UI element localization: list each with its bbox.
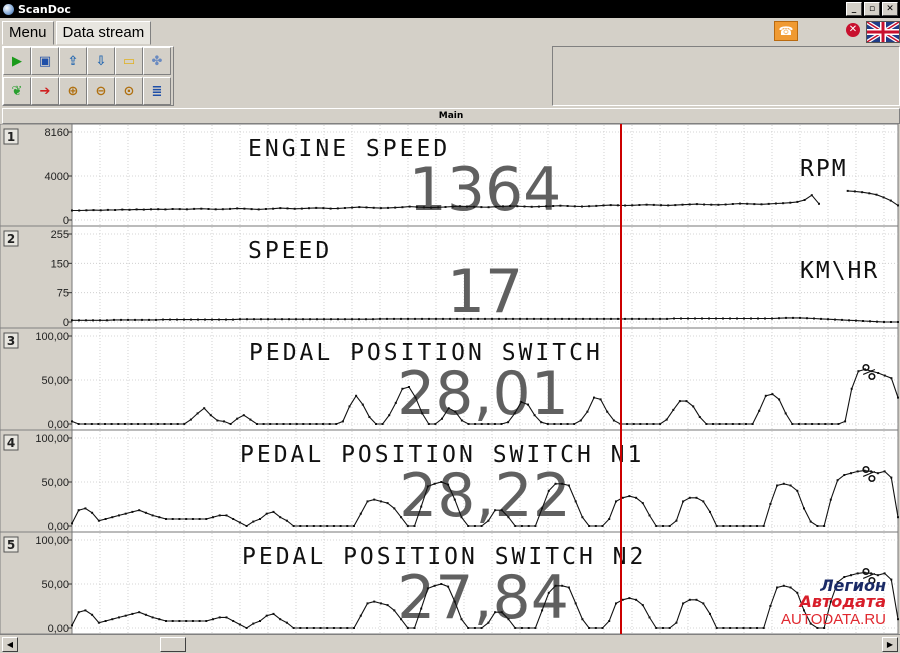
- header-controls: ☎ ✕: [774, 20, 900, 43]
- play-icon[interactable]: ▶: [3, 47, 31, 75]
- uk-flag-icon[interactable]: [866, 21, 900, 43]
- minimize-button[interactable]: _: [846, 2, 862, 16]
- info-panel: [552, 46, 900, 106]
- chart-index: 3: [7, 334, 15, 348]
- fan-icon[interactable]: ✤: [143, 47, 171, 75]
- y-tick-label: 0: [63, 215, 69, 227]
- chart-panel: 5 100,00 50,00 0,00 27,84PEDAL POSITION SWIT…: [0, 531, 899, 634]
- chart-title: SPEED: [248, 238, 332, 264]
- y-tick-label: 100,00: [35, 433, 69, 445]
- close-button[interactable]: ✕: [882, 2, 898, 16]
- chart-index: 2: [7, 232, 15, 246]
- toolbar: ▶ ▣ ⇪ ⇩ ▭ ✤ ❦ ➔ ⊕ ⊖ ⊙ ≣: [2, 46, 174, 106]
- chart-title: PEDAL POSITION SWITCH N1: [240, 442, 644, 468]
- chart-index: 4: [7, 436, 15, 450]
- arrow-right-icon[interactable]: ➔: [31, 77, 59, 105]
- import-icon[interactable]: ⇩: [87, 47, 115, 75]
- maximize-button[interactable]: ▫: [864, 2, 880, 16]
- app-icon: [3, 3, 14, 15]
- open-folder-icon[interactable]: ▭: [115, 47, 143, 75]
- y-tick-label: 150: [51, 258, 69, 270]
- current-value: 27,84: [397, 563, 569, 633]
- leaf-icon[interactable]: ❦: [3, 77, 31, 105]
- y-tick-label: 0: [63, 317, 69, 329]
- zoom-fit-icon[interactable]: ⊙: [115, 77, 143, 105]
- current-value: 17: [447, 257, 523, 327]
- zoom-in-icon[interactable]: ⊕: [59, 77, 87, 105]
- y-tick-label: 0,00: [48, 419, 69, 431]
- chart-index: 5: [7, 538, 15, 552]
- y-tick-label: 50,00: [41, 477, 69, 489]
- tab-data-stream[interactable]: Data stream: [55, 21, 152, 45]
- chart-unit: RPM: [800, 156, 848, 182]
- horizontal-scrollbar[interactable]: ◀ ▶: [0, 634, 900, 653]
- close-red-icon[interactable]: ✕: [846, 23, 860, 37]
- scroll-right-icon[interactable]: ▶: [882, 637, 898, 652]
- chart-panel: 3 100,00 50,00 0,00 28,01PEDAL POSITION SWIT…: [0, 327, 899, 431]
- y-tick-label: 50,00: [41, 375, 69, 387]
- tab-menu[interactable]: Menu: [2, 21, 54, 45]
- phone-icon[interactable]: ☎: [774, 21, 798, 41]
- section-header: Main: [2, 108, 900, 124]
- chart-unit: KM\HR: [800, 258, 879, 284]
- current-value: 1364: [409, 155, 562, 225]
- menu-bar: Menu Data stream: [0, 21, 152, 45]
- y-tick-label: 50,00: [41, 579, 69, 591]
- y-tick-label: 100,00: [35, 535, 69, 547]
- zoom-out-icon[interactable]: ⊖: [87, 77, 115, 105]
- current-value: 28,01: [397, 359, 569, 429]
- chart-unit: %: [862, 564, 878, 590]
- data-stream-charts: 1 816040000 1364ENGINE SPEEDRPM2 255150750 1…: [0, 124, 899, 634]
- save-icon[interactable]: ▣: [31, 47, 59, 75]
- y-tick-label: 0,00: [48, 521, 69, 533]
- list-icon[interactable]: ≣: [143, 77, 171, 105]
- chart-title: PEDAL POSITION SWITCH N2: [242, 544, 646, 570]
- title-bar: ScanDoc _ ▫ ✕: [0, 0, 900, 18]
- export-icon[interactable]: ⇪: [59, 47, 87, 75]
- y-tick-label: 255: [51, 229, 69, 241]
- chart-unit: %: [862, 462, 878, 488]
- y-tick-label: 0,00: [48, 623, 69, 634]
- scroll-thumb[interactable]: [160, 637, 186, 652]
- chart-index: 1: [7, 130, 15, 144]
- chart-panel: 1 8160 4000 0 1364ENGINE SPEED RPM: [0, 124, 899, 227]
- y-tick-label: 8160: [45, 127, 69, 139]
- chart-unit: %: [862, 360, 878, 386]
- y-tick-label: 75: [57, 288, 69, 300]
- y-tick-label: 4000: [45, 171, 69, 183]
- chart-panel: 4 100,0050,000,00 28,22PEDAL POSITION SWIT…: [0, 429, 899, 533]
- chart-title: ENGINE SPEED: [248, 136, 450, 162]
- y-tick-label: 100,00: [35, 331, 69, 343]
- chart-title: PEDAL POSITION SWITCH: [249, 340, 603, 366]
- chart-panel: 2 255 150 75 0 17 SPEED KM\HR: [0, 225, 899, 329]
- scroll-left-icon[interactable]: ◀: [2, 637, 18, 652]
- window-title: ScanDoc: [18, 2, 71, 16]
